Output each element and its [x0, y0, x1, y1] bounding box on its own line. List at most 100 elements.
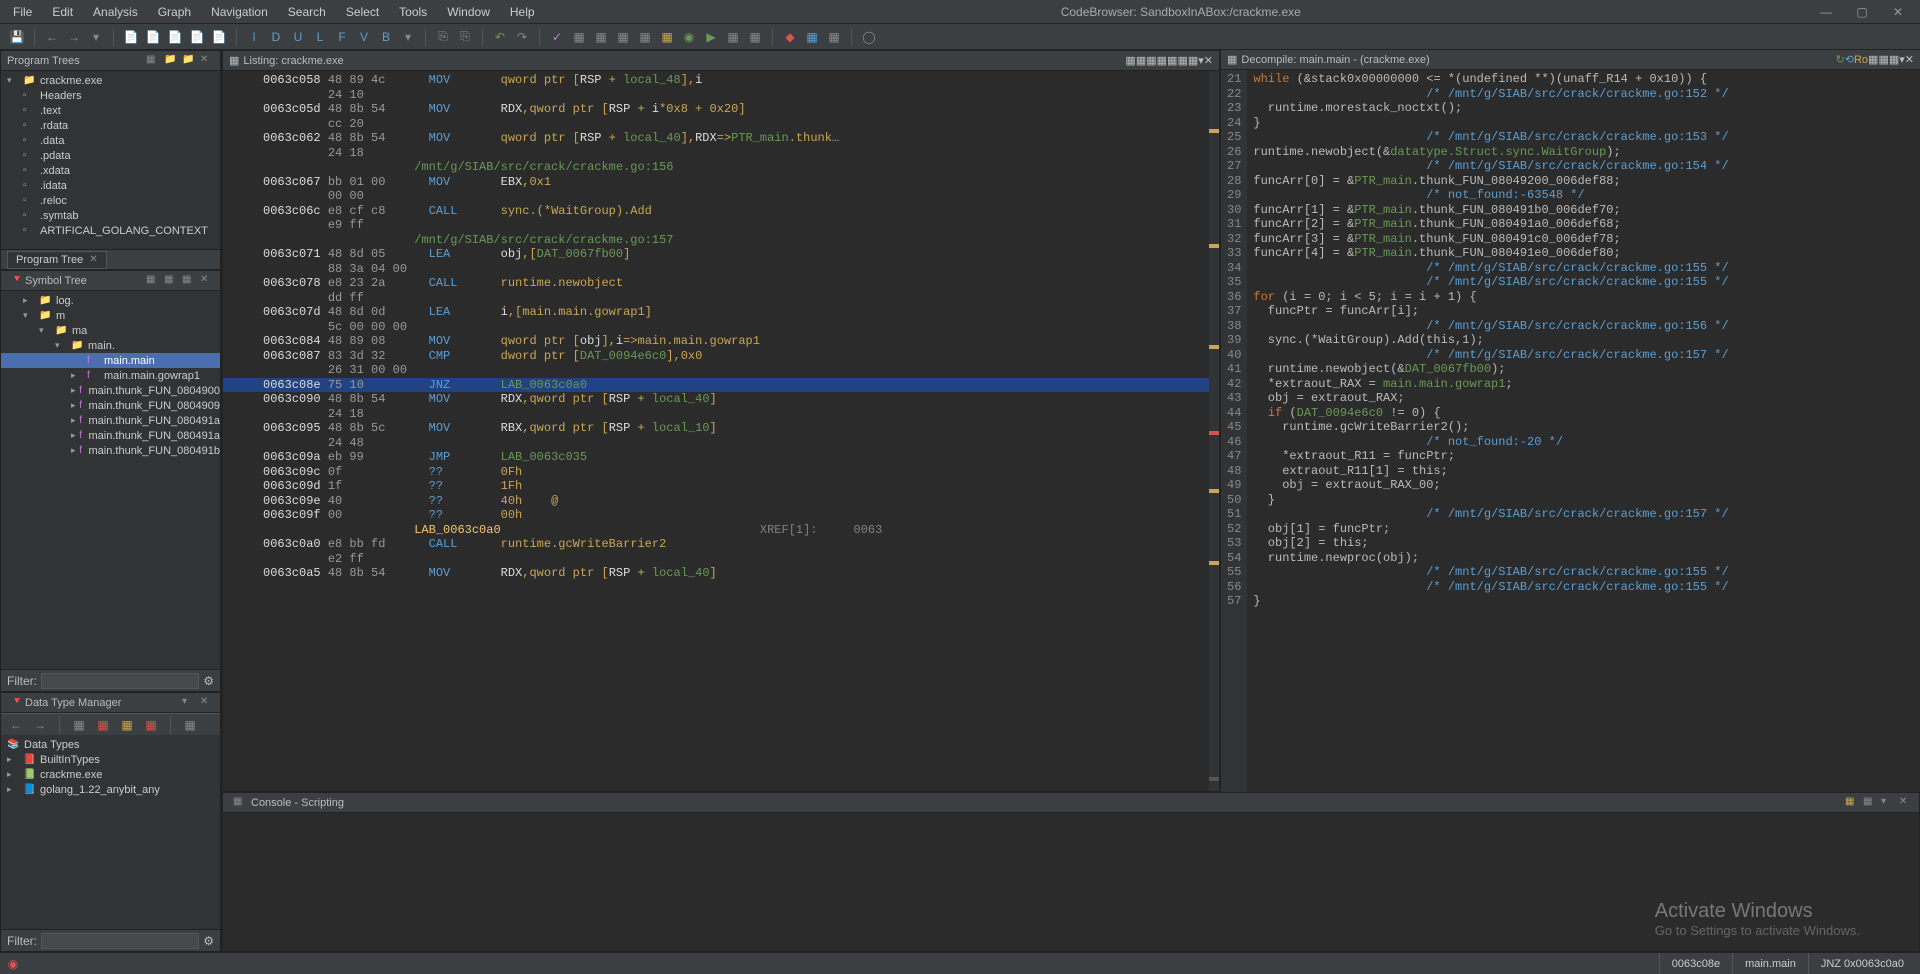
- forward-icon[interactable]: →: [65, 28, 83, 46]
- tree-item[interactable]: ▸📘golang_1.22_anybit_any: [1, 782, 220, 797]
- status-icon[interactable]: ◉: [4, 955, 22, 973]
- dtm-tree[interactable]: 📚Data Types ▸📕BuiltInTypes ▸📗crackme.exe…: [1, 735, 220, 929]
- decompile-line[interactable]: *extraout_R11 = funcPtr;: [1253, 449, 1728, 464]
- icon[interactable]: ▦: [1146, 54, 1156, 67]
- decompile-line[interactable]: }: [1253, 594, 1728, 609]
- icon[interactable]: ▦: [182, 274, 196, 288]
- icon[interactable]: ▦: [94, 716, 112, 734]
- run-icon[interactable]: ▶: [702, 28, 720, 46]
- tb-icon[interactable]: ◉: [680, 28, 698, 46]
- decompile-line[interactable]: /* /mnt/g/SIAB/src/crack/crackme.go:155 …: [1253, 565, 1728, 580]
- decompile-line[interactable]: /* /mnt/g/SIAB/src/crack/crackme.go:152 …: [1253, 87, 1728, 102]
- menu-help[interactable]: Help: [501, 3, 544, 21]
- decompile-line[interactable]: runtime.newproc(obj);: [1253, 551, 1728, 566]
- decompile-line[interactable]: }: [1253, 116, 1728, 131]
- tree-item[interactable]: ▫.pdata: [1, 148, 220, 163]
- decompile-view[interactable]: 2122232425262728293031323334353637383940…: [1221, 70, 1920, 792]
- back-icon[interactable]: ←: [43, 28, 61, 46]
- tree-item[interactable]: ▸📗crackme.exe: [1, 767, 220, 782]
- decompile-line[interactable]: runtime.newobject(&DAT_0067fb00);: [1253, 362, 1728, 377]
- icon[interactable]: ▦: [1845, 796, 1859, 810]
- folder-icon[interactable]: 📁: [164, 54, 178, 68]
- tb-icon[interactable]: 📄: [188, 28, 206, 46]
- type-icon[interactable]: F: [333, 28, 351, 46]
- symbol-tree-item[interactable]: ▸fmain.main.gowrap1: [1, 368, 220, 383]
- decompile-line[interactable]: if (DAT_0094e6c0 != 0) {: [1253, 406, 1728, 421]
- close-panel-icon[interactable]: ✕: [200, 696, 214, 710]
- icon[interactable]: ▦: [70, 716, 88, 734]
- filter-icon[interactable]: ⚙: [203, 934, 214, 948]
- decompile-line[interactable]: funcArr[1] = &PTR_main.thunk_FUN_080491b…: [1253, 203, 1728, 218]
- listing-view[interactable]: 0063c058 48 89 4c MOV qword ptr [RSP + l…: [223, 71, 1219, 791]
- decompile-line[interactable]: obj = extraout_RAX;: [1253, 391, 1728, 406]
- tree-item[interactable]: ▫ARTIFICAL_GOLANG_CONTEXT: [1, 223, 220, 238]
- decompile-line[interactable]: /* /mnt/g/SIAB/src/crack/crackme.go:157 …: [1253, 348, 1728, 363]
- tree-item[interactable]: ▫.idata: [1, 178, 220, 193]
- asm-line[interactable]: 0063c067 bb 01 00 MOV EBX,0x1: [223, 175, 1219, 190]
- decompile-line[interactable]: /* not_found:-20 */: [1253, 435, 1728, 450]
- tb-icon[interactable]: ▦: [724, 28, 742, 46]
- asm-line[interactable]: e9 ff: [223, 218, 1219, 233]
- icon[interactable]: ▦: [164, 274, 178, 288]
- symbol-tree-item[interactable]: fmain.main: [1, 353, 220, 368]
- decompile-line[interactable]: /* /mnt/g/SIAB/src/crack/crackme.go:155 …: [1253, 261, 1728, 276]
- decompile-line[interactable]: /* not_found:-63548 */: [1253, 188, 1728, 203]
- decompile-line[interactable]: funcArr[0] = &PTR_main.thunk_FUN_0804920…: [1253, 174, 1728, 189]
- dropdown-icon[interactable]: ▾: [399, 28, 417, 46]
- asm-line[interactable]: 0063c062 48 8b 54 MOV qword ptr [RSP + l…: [223, 131, 1219, 146]
- icon[interactable]: ↻: [1836, 53, 1845, 66]
- decompile-line[interactable]: funcArr[4] = &PTR_main.thunk_FUN_080491e…: [1253, 246, 1728, 261]
- tb-icon[interactable]: ⎘: [456, 28, 474, 46]
- symbol-tree[interactable]: ▸📁log.▾📁m▾📁ma▾📁main.fmain.main▸fmain.mai…: [1, 291, 220, 669]
- icon[interactable]: ▦: [1863, 796, 1877, 810]
- tb-icon[interactable]: ◯: [860, 28, 878, 46]
- tree-item[interactable]: ▫.symtab: [1, 208, 220, 223]
- decompile-line[interactable]: /* /mnt/g/SIAB/src/crack/crackme.go:156 …: [1253, 319, 1728, 334]
- close-panel-icon[interactable]: ✕: [1905, 53, 1914, 66]
- menu-analysis[interactable]: Analysis: [84, 3, 147, 21]
- asm-line[interactable]: 0063c09e 40 ?? 40h @: [223, 494, 1219, 509]
- tb-icon[interactable]: ▦: [746, 28, 764, 46]
- asm-line[interactable]: 0063c09f 00 ?? 00h: [223, 508, 1219, 523]
- asm-line[interactable]: 0063c078 e8 23 2a CALL runtime.newobject: [223, 276, 1219, 291]
- symbol-tree-item[interactable]: ▸fmain.thunk_FUN_080491a: [1, 413, 220, 428]
- asm-line[interactable]: 0063c071 48 8d 05 LEA obj,[DAT_0067fb00]: [223, 247, 1219, 262]
- close-panel-icon[interactable]: ✕: [200, 54, 214, 68]
- symbol-tree-item[interactable]: ▸📁log.: [1, 293, 220, 308]
- menu-tools[interactable]: Tools: [390, 3, 436, 21]
- decompile-line[interactable]: /* /mnt/g/SIAB/src/crack/crackme.go:157 …: [1253, 507, 1728, 522]
- tb-icon[interactable]: ▦: [803, 28, 821, 46]
- decompile-line[interactable]: funcPtr = funcArr[i];: [1253, 304, 1728, 319]
- symbol-tree-item[interactable]: ▾📁ma: [1, 323, 220, 338]
- asm-line[interactable]: /mnt/g/SIAB/src/crack/crackme.go:156: [223, 160, 1219, 175]
- menu-graph[interactable]: Graph: [149, 3, 200, 21]
- overview-ruler[interactable]: [1209, 71, 1219, 791]
- icon[interactable]: ▦: [1188, 54, 1198, 67]
- symbol-tree-item[interactable]: ▸fmain.thunk_FUN_080491b: [1, 443, 220, 458]
- asm-line[interactable]: 24 18: [223, 146, 1219, 161]
- icon[interactable]: ▦: [1167, 54, 1177, 67]
- tb-icon[interactable]: 📄: [210, 28, 228, 46]
- back-icon[interactable]: ←: [7, 716, 25, 734]
- icon[interactable]: ▦: [1177, 54, 1187, 67]
- decompile-line[interactable]: sync.(*WaitGroup).Add(this,1);: [1253, 333, 1728, 348]
- icon[interactable]: ▦: [118, 716, 136, 734]
- icon[interactable]: ▦: [1878, 53, 1888, 66]
- folder-icon[interactable]: 📁: [182, 54, 196, 68]
- close-button[interactable]: ✕: [1890, 5, 1906, 19]
- tree-item[interactable]: ▫.text: [1, 103, 220, 118]
- decompile-line[interactable]: obj[1] = funcPtr;: [1253, 522, 1728, 537]
- symbol-tree-item[interactable]: ▸fmain.thunk_FUN_080491a: [1, 428, 220, 443]
- icon[interactable]: ▦: [1136, 54, 1146, 67]
- asm-line[interactable]: e2 ff: [223, 552, 1219, 567]
- decompile-line[interactable]: while (&stack0x00000000 <= *(undefined *…: [1253, 72, 1728, 87]
- asm-line[interactable]: 0063c09d 1f ?? 1Fh: [223, 479, 1219, 494]
- tree-root[interactable]: 📚Data Types: [1, 737, 220, 752]
- type-icon[interactable]: D: [267, 28, 285, 46]
- decompile-line[interactable]: *extraout_RAX = main.main.gowrap1;: [1253, 377, 1728, 392]
- asm-line[interactable]: 26 31 00 00: [223, 363, 1219, 378]
- asm-line[interactable]: dd ff: [223, 291, 1219, 306]
- icon[interactable]: ⟲: [1845, 53, 1854, 66]
- asm-line[interactable]: 24 10: [223, 88, 1219, 103]
- decompile-line[interactable]: runtime.newobject(&datatype.Struct.sync.…: [1253, 145, 1728, 160]
